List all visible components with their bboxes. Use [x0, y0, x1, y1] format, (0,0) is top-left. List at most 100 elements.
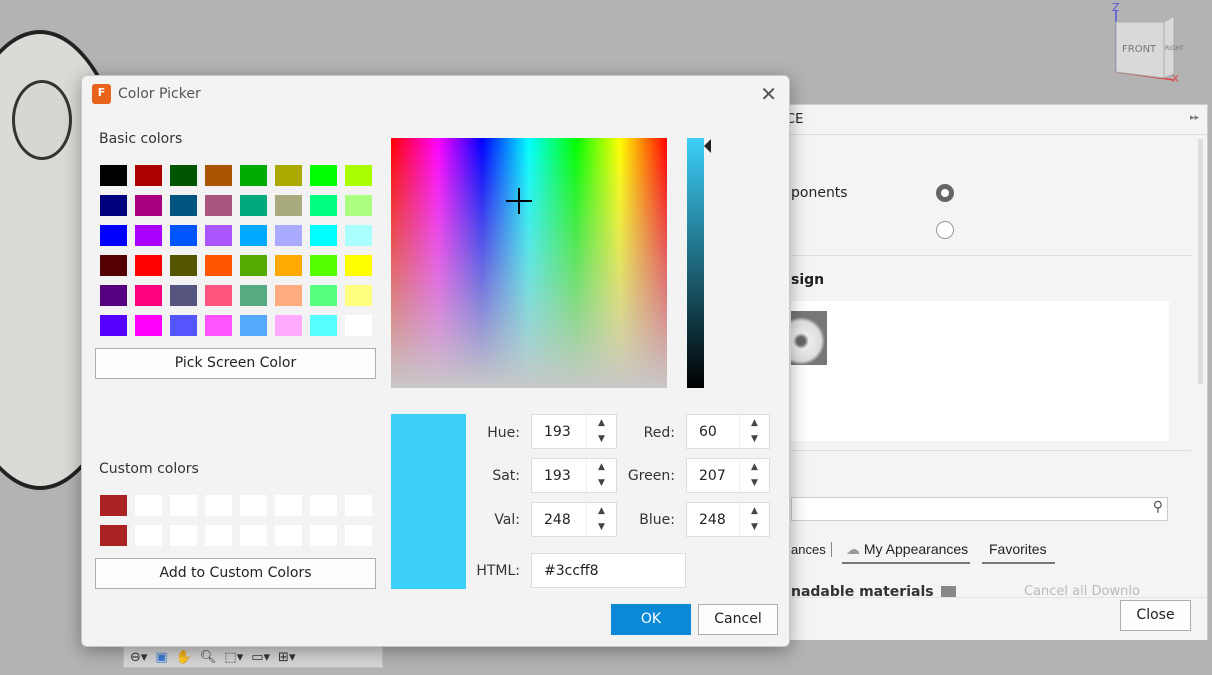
html-input[interactable]: #3ccff8 — [531, 553, 686, 588]
basic-swatch[interactable] — [310, 195, 337, 216]
hue-saturation-spectrum[interactable] — [391, 138, 667, 388]
display-icon[interactable]: ▭▾ — [251, 650, 270, 665]
basic-swatch[interactable] — [135, 315, 162, 336]
basic-swatch[interactable] — [275, 195, 302, 216]
basic-swatch[interactable] — [275, 225, 302, 246]
basic-swatch[interactable] — [240, 195, 267, 216]
basic-swatch[interactable] — [345, 225, 372, 246]
basic-swatch[interactable] — [310, 165, 337, 186]
close-icon[interactable]: ✕ — [760, 82, 777, 106]
custom-swatch[interactable] — [170, 495, 197, 516]
basic-swatch[interactable] — [205, 255, 232, 276]
custom-swatch[interactable] — [135, 525, 162, 546]
custom-swatch[interactable] — [205, 495, 232, 516]
fit-icon[interactable]: ⬚▾ — [224, 650, 243, 665]
basic-swatch[interactable] — [345, 285, 372, 306]
radio-unselected[interactable] — [936, 221, 954, 239]
sat-spinbox[interactable]: 193 ▲ ▼ — [531, 458, 617, 493]
panel-scrollbar[interactable] — [1198, 139, 1203, 384]
basic-swatch[interactable] — [205, 165, 232, 186]
basic-swatch[interactable] — [170, 165, 197, 186]
basic-swatch[interactable] — [170, 285, 197, 306]
basic-swatch[interactable] — [275, 285, 302, 306]
basic-swatch[interactable] — [170, 195, 197, 216]
custom-swatch[interactable] — [240, 495, 267, 516]
library-search-input[interactable]: ⚲ — [791, 497, 1168, 521]
hue-spinbox[interactable]: 193 ▲ ▼ — [531, 414, 617, 449]
ok-button[interactable]: OK — [611, 604, 691, 635]
custom-swatch[interactable] — [345, 525, 372, 546]
basic-swatch[interactable] — [100, 285, 127, 306]
tab-my-appearances[interactable]: ☁ My Appearances — [842, 538, 971, 564]
val-spinbox[interactable]: 248 ▲ ▼ — [531, 502, 617, 537]
custom-swatch[interactable] — [135, 495, 162, 516]
tab-favorites[interactable]: Favorites — [982, 538, 1055, 564]
crosshair-cursor[interactable] — [506, 188, 532, 214]
orbit-icon[interactable]: ⊖▾ — [130, 650, 147, 665]
basic-swatch[interactable] — [345, 165, 372, 186]
basic-swatch[interactable] — [205, 285, 232, 306]
basic-swatch[interactable] — [100, 315, 127, 336]
custom-swatch[interactable] — [275, 525, 302, 546]
basic-swatch[interactable] — [170, 315, 197, 336]
custom-swatch[interactable] — [310, 525, 337, 546]
custom-swatch[interactable] — [345, 495, 372, 516]
basic-swatch[interactable] — [240, 315, 267, 336]
basic-swatch[interactable] — [205, 315, 232, 336]
close-button[interactable]: Close — [1120, 600, 1191, 631]
custom-swatch[interactable] — [100, 525, 127, 546]
add-to-custom-colors-button[interactable]: Add to Custom Colors — [95, 558, 376, 589]
basic-swatch[interactable] — [240, 285, 267, 306]
basic-swatch[interactable] — [240, 255, 267, 276]
downloadable-checkbox[interactable] — [941, 586, 956, 597]
basic-swatch[interactable] — [100, 225, 127, 246]
expand-icon[interactable]: ▸▸ — [1190, 113, 1199, 123]
basic-swatch[interactable] — [310, 285, 337, 306]
basic-swatch[interactable] — [310, 225, 337, 246]
radio-selected[interactable] — [936, 184, 954, 202]
basic-swatch[interactable] — [310, 315, 337, 336]
grid-icon[interactable]: ⊞▾ — [278, 650, 295, 665]
basic-swatch[interactable] — [275, 165, 302, 186]
basic-swatch[interactable] — [345, 315, 372, 336]
basic-swatch[interactable] — [275, 315, 302, 336]
basic-swatch[interactable] — [135, 195, 162, 216]
custom-swatch[interactable] — [170, 525, 197, 546]
search-icon[interactable]: ⚲ — [1153, 499, 1163, 515]
custom-swatch[interactable] — [275, 495, 302, 516]
green-spinbox[interactable]: 207 ▲ ▼ — [686, 458, 770, 493]
basic-swatch[interactable] — [100, 195, 127, 216]
blue-spinbox[interactable]: 248 ▲ ▼ — [686, 502, 770, 537]
basic-swatch[interactable] — [240, 165, 267, 186]
basic-swatch[interactable] — [135, 255, 162, 276]
cancel-downloads-link[interactable]: Cancel all Downlo — [1024, 584, 1140, 597]
custom-swatch[interactable] — [100, 495, 127, 516]
tab-appearances[interactable]: ances — [791, 542, 832, 557]
cancel-button[interactable]: Cancel — [698, 604, 778, 635]
value-slider-handle[interactable] — [704, 139, 711, 153]
basic-swatch[interactable] — [135, 285, 162, 306]
basic-swatch[interactable] — [170, 225, 197, 246]
basic-swatch[interactable] — [345, 255, 372, 276]
basic-swatch[interactable] — [135, 165, 162, 186]
basic-swatch[interactable] — [240, 225, 267, 246]
custom-swatch[interactable] — [240, 525, 267, 546]
pan-icon[interactable]: ✋ — [176, 650, 192, 665]
red-spinbox[interactable]: 60 ▲ ▼ — [686, 414, 770, 449]
pick-screen-color-button[interactable]: Pick Screen Color — [95, 348, 376, 379]
look-at-icon[interactable]: ▣ — [155, 650, 167, 665]
basic-swatch[interactable] — [205, 195, 232, 216]
basic-swatch[interactable] — [275, 255, 302, 276]
basic-swatch[interactable] — [100, 165, 127, 186]
custom-swatch[interactable] — [310, 495, 337, 516]
basic-swatch[interactable] — [345, 195, 372, 216]
basic-swatch[interactable] — [100, 255, 127, 276]
custom-swatch[interactable] — [205, 525, 232, 546]
basic-swatch[interactable] — [135, 225, 162, 246]
basic-swatch[interactable] — [205, 225, 232, 246]
appearance-thumbnail[interactable] — [791, 311, 827, 365]
zoom-icon[interactable]: 🔍︎ — [200, 650, 217, 665]
basic-swatch[interactable] — [310, 255, 337, 276]
viewcube[interactable]: Z X FRONT RIGHT — [1108, 0, 1188, 85]
basic-swatch[interactable] — [170, 255, 197, 276]
